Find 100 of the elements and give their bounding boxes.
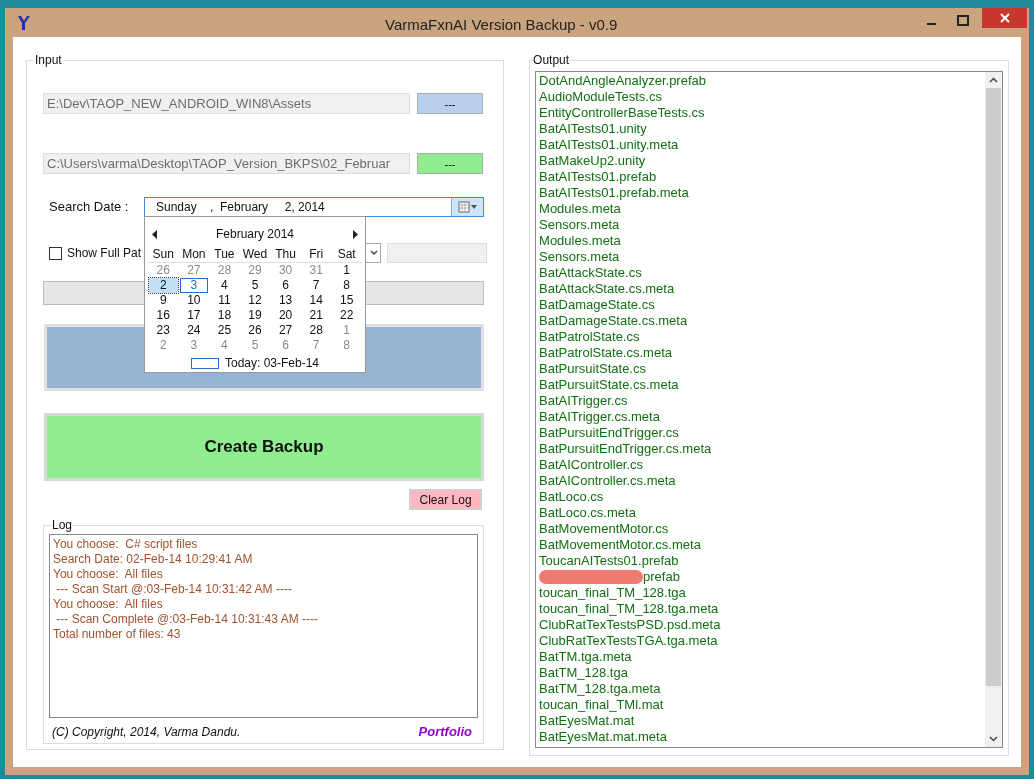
file-item[interactable]: BatPursuitState.cs.meta [539,377,679,393]
file-item[interactable]: BatLoco.cs [539,489,604,505]
calendar-day[interactable]: 3 [179,338,209,353]
calendar-day[interactable]: 6 [271,278,300,293]
calendar-day[interactable]: 5 [240,338,270,353]
log-textbox[interactable] [49,534,478,718]
checkbox[interactable] [49,246,62,260]
calendar-day[interactable]: 1 [332,323,361,338]
calendar-day[interactable]: 4 [210,338,239,353]
calendar-day[interactable]: 28 [301,323,331,338]
file-item[interactable]: ClubRatTexTestsPSD.psd.meta [539,617,721,633]
previous-month-icon[interactable] [152,229,158,239]
calendar-day[interactable]: 12 [240,293,270,308]
browse-button[interactable]: --- [417,153,483,174]
calendar-day[interactable]: 26 [149,263,178,278]
calendar-day[interactable]: 6 [271,338,300,353]
calendar-day[interactable]: 15 [332,293,361,308]
calendar-day[interactable]: 10 [179,293,209,308]
portfolio-link[interactable]: Portfolio [418,722,472,742]
text-field[interactable] [387,243,488,263]
calendar-day[interactable]: 2 [149,338,178,353]
file-item[interactable]: BatAIController.cs [539,457,644,473]
scrollbar-thumb[interactable] [986,88,1002,686]
clear-log-button[interactable]: Clear Log [409,489,483,510]
path-field[interactable]: C:\Users\varma\Desktop\TAOP_Version_BKPS\02_Februar [43,153,410,174]
file-item[interactable]: toucan_final_TM_128.tga.meta [539,601,719,617]
scroll-up-icon[interactable] [989,77,999,83]
file-item[interactable]: BatAttackState.cs.meta [539,281,675,297]
scrollbar[interactable] [985,72,1003,747]
calendar-day[interactable]: 2 [149,278,178,293]
calendar-day[interactable]: 4 [210,278,239,293]
file-item[interactable]: BatLoco.cs.meta [539,505,636,521]
file-item[interactable]: BatPursuitEndTrigger.cs [539,425,679,441]
file-item[interactable]: BatMakeUp2.unity [539,153,646,169]
calendar-day[interactable]: 30 [271,263,300,278]
calendar-day[interactable]: 16 [149,308,178,323]
calendar-day[interactable]: 29 [240,263,270,278]
file-item[interactable]: BatPatrolState.cs [539,329,640,345]
calendar-day[interactable]: 8 [332,338,361,353]
file-item[interactable]: Modules.meta [539,201,621,217]
calendar-day[interactable]: 7 [301,338,331,353]
file-item[interactable]: BatEyesMat.mat [539,713,635,729]
calendar-day[interactable]: 31 [301,263,331,278]
calendar-day[interactable]: 28 [210,263,239,278]
calendar-day[interactable]: 27 [179,263,209,278]
calendar-day[interactable]: 22 [332,308,361,323]
calendar-day[interactable]: 7 [301,278,331,293]
file-item[interactable]: BatDamageState.cs [539,297,655,313]
calendar-day[interactable]: 3 [179,278,209,293]
file-item[interactable]: BatTM_128.tga [539,665,628,681]
file-item[interactable]: AudioModuleTests.cs [539,89,662,105]
calendar-day[interactable]: 13 [271,293,300,308]
calendar-day[interactable]: 27 [271,323,300,338]
file-item[interactable]: BatPursuitEndTrigger.cs.meta [539,441,712,457]
file-item[interactable]: BatAITests01.prefab [539,169,657,185]
calendar-day[interactable]: 18 [210,308,239,323]
today-link[interactable]: Today: 03-Feb-14 [224,354,320,372]
file-item[interactable]: prefab [643,569,680,585]
close-button[interactable] [982,8,1027,28]
calendar-day[interactable]: 20 [271,308,300,323]
file-item[interactable]: DotAndAngleAnalyzer.prefab [539,73,706,89]
calendar-day[interactable]: 19 [240,308,270,323]
file-item[interactable]: Sensors.meta [539,217,620,233]
file-item[interactable]: BatEyesMat.mat.meta [539,729,667,745]
file-item[interactable]: BatAITests01.unity [539,121,647,137]
calendar-day[interactable]: 26 [240,323,270,338]
file-item[interactable]: ClubRatTexTestsTGA.tga.meta [539,633,718,649]
calendar-day[interactable]: 1 [332,263,361,278]
browse-button[interactable]: --- [417,93,483,114]
file-item[interactable]: ToucanAITests01.prefab [539,553,679,569]
file-item[interactable]: Sensors.meta [539,249,620,265]
calendar-day[interactable]: 9 [149,293,178,308]
calendar-day[interactable]: 23 [149,323,178,338]
file-item[interactable]: BatMovementMotor.cs.meta [539,537,701,553]
file-item[interactable]: BatPursuitState.cs [539,361,646,377]
file-item[interactable]: toucan_final_TMl.mat [539,697,664,713]
file-item[interactable]: BatDamageState.cs.meta [539,313,688,329]
calendar-day[interactable]: 8 [332,278,361,293]
calendar-day[interactable]: 14 [301,293,331,308]
calendar-day[interactable]: 21 [301,308,331,323]
next-month-icon[interactable] [352,229,358,239]
calendar-day[interactable]: 25 [210,323,239,338]
file-item[interactable]: BatMovementMotor.cs [539,521,669,537]
file-item[interactable]: EntityControllerBaseTests.cs [539,105,705,121]
create-backup-button[interactable]: Create Backup [44,413,484,481]
file-item[interactable]: toucan_final_TM_128.tga [539,585,686,601]
file-item[interactable]: Modules.meta [539,233,621,249]
file-item[interactable]: BatTM_128.tga.meta [539,681,661,697]
calendar-day[interactable]: 11 [210,293,239,308]
scroll-down-icon[interactable] [989,736,999,742]
file-item[interactable]: BatAITrigger.cs [539,393,628,409]
file-item[interactable]: BatAttackState.cs [539,265,642,281]
file-item[interactable]: BatPatrolState.cs.meta [539,345,672,361]
file-item[interactable]: BatAITrigger.cs.meta [539,409,660,425]
file-item[interactable]: BatTM.tga.meta [539,649,632,665]
file-item[interactable]: BatAITests01.unity.meta [539,137,679,153]
calendar-day[interactable]: 17 [179,308,209,323]
file-item[interactable]: BatAITests01.prefab.meta [539,185,689,201]
path-field[interactable]: E:\Dev\TAOP_NEW_ANDROID_WIN8\Assets [43,93,410,114]
calendar-day[interactable]: 5 [240,278,270,293]
